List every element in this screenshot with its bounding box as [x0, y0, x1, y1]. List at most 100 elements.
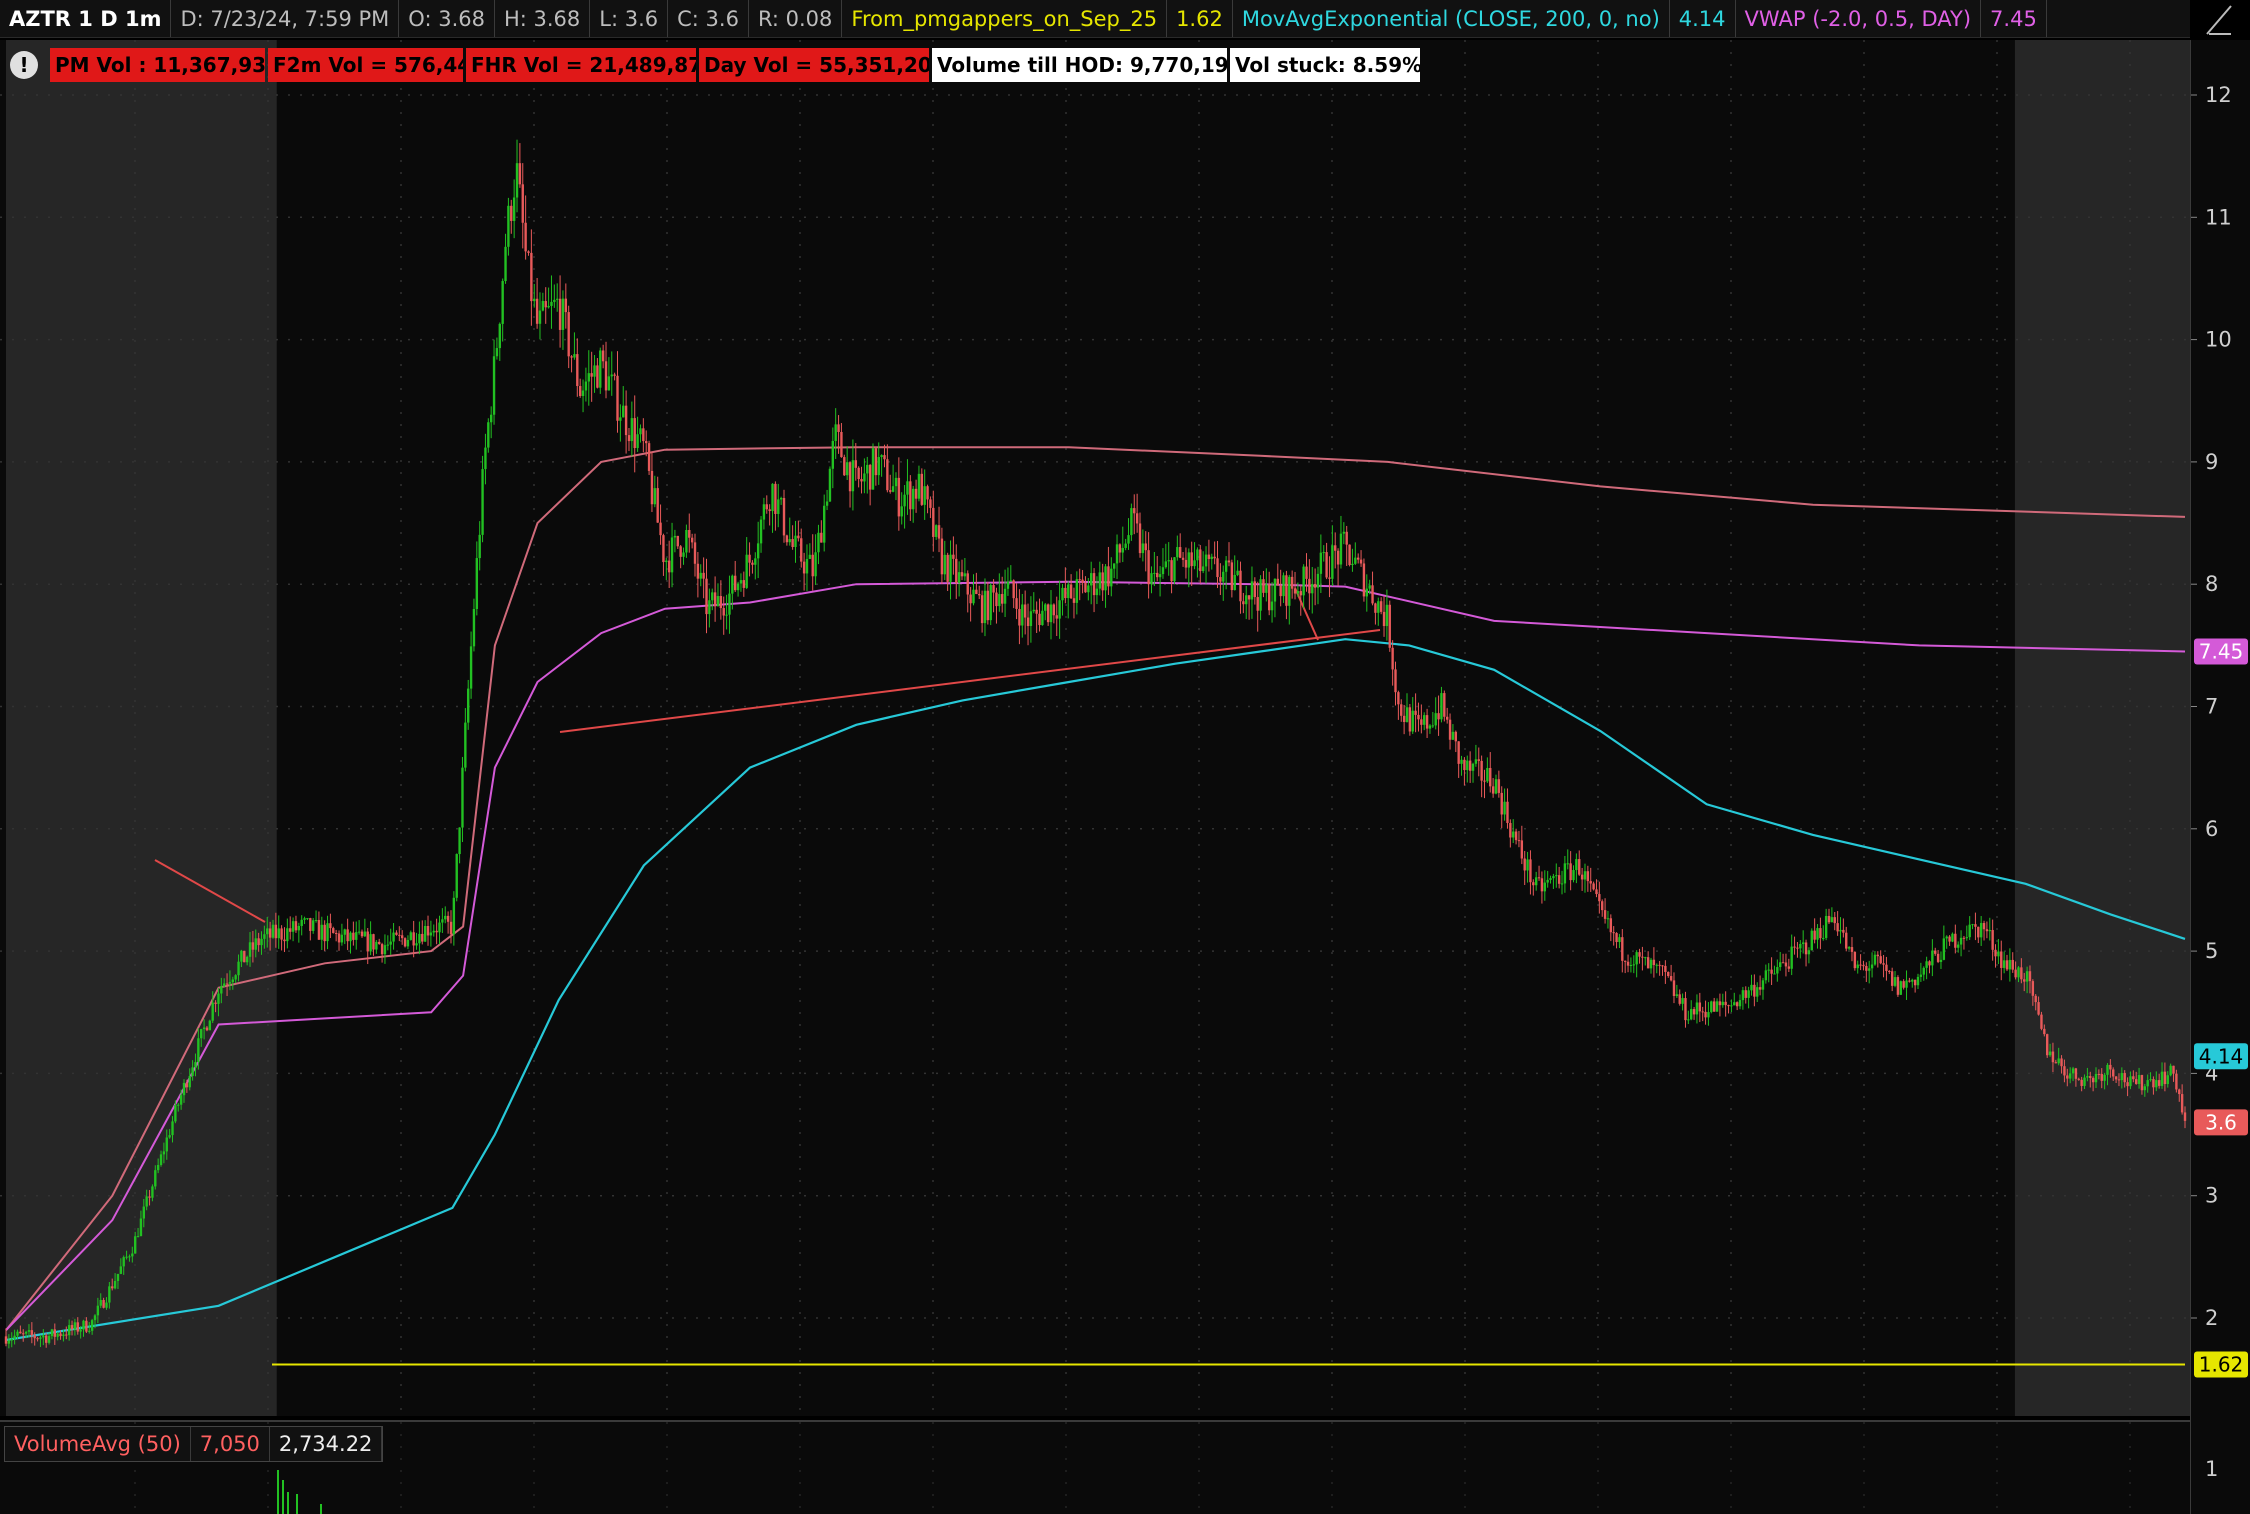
candle-body: [696, 563, 700, 579]
candle-body: [1586, 871, 1590, 882]
price-tick-label: 7: [2205, 695, 2218, 719]
volume-bar: [282, 1480, 284, 1514]
date-readout: D: 7/23/24, 7:59 PM: [171, 0, 400, 37]
candle-body: [1810, 930, 1813, 951]
candle-body: [857, 467, 860, 480]
candle-body: [1638, 952, 1641, 957]
candle-body: [1471, 763, 1475, 771]
candle-body: [1018, 608, 1021, 626]
candle-body: [1721, 1001, 1724, 1006]
candle-body: [2163, 1071, 2167, 1085]
candle-body: [1618, 937, 1621, 943]
candle-body: [1256, 597, 1259, 611]
candle-body: [395, 932, 398, 935]
candle-body: [673, 535, 677, 538]
price-chart-svg[interactable]: [0, 40, 2190, 1416]
candle-body: [461, 767, 464, 828]
candle-body: [200, 1029, 203, 1039]
price-axis[interactable]: 2 3 4 5 6 7 8 9 10 11 12 1 7.45 4.14 3.6 1.62: [2190, 40, 2250, 1514]
candle-body: [1936, 953, 1940, 962]
candle-body: [2106, 1064, 2109, 1075]
candle-body: [1388, 604, 1391, 648]
candle-body: [1046, 604, 1050, 623]
candle-body: [498, 323, 501, 349]
candle-body: [62, 1334, 65, 1337]
price-plot-area[interactable]: [0, 40, 2190, 1416]
candle-body: [1957, 944, 1960, 948]
candle-body: [1319, 552, 1323, 574]
range-readout: R: 0.08: [749, 0, 843, 37]
candle-body: [1770, 969, 1773, 974]
candle-body: [1302, 566, 1305, 596]
candle-body: [478, 534, 481, 559]
candle-body: [923, 486, 926, 505]
vwap-study-name[interactable]: VWAP (-2.0, 0.5, DAY): [1736, 0, 1982, 37]
candle-body: [441, 919, 444, 923]
candle-body: [679, 546, 682, 557]
candle-body: [1170, 560, 1173, 582]
candle-body: [1374, 603, 1377, 613]
candle-body: [1951, 933, 1954, 942]
candle-body: [237, 961, 240, 976]
candle-body: [1822, 937, 1825, 939]
candle-body: [1876, 954, 1880, 957]
candle-body: [596, 365, 599, 388]
symbol-label[interactable]: AZTR 1 D 1m: [0, 0, 172, 37]
candle-body: [2023, 979, 2026, 982]
candle-body: [179, 1095, 183, 1105]
candle-body: [1193, 560, 1196, 567]
candle-body: [1784, 962, 1788, 967]
candle-body: [1448, 719, 1452, 740]
candle-body: [24, 1331, 28, 1334]
candle-body: [1138, 523, 1142, 554]
candle-body: [630, 418, 634, 442]
candle-body: [1368, 585, 1371, 589]
candle-body: [464, 722, 467, 768]
candle-body: [782, 498, 786, 536]
candle-body: [1635, 952, 1638, 965]
candle-body: [1348, 544, 1351, 565]
candle-body: [1870, 964, 1874, 969]
candle-body: [1201, 566, 1205, 572]
candle-body: [73, 1322, 77, 1330]
expand-chart-icon[interactable]: [2195, 2, 2245, 38]
candle-body: [30, 1330, 34, 1336]
trendline-support[interactable]: [559, 629, 1381, 733]
candle-body: [1081, 579, 1084, 583]
ema-study-name[interactable]: MovAvgExponential (CLOSE, 200, 0, no): [1233, 0, 1670, 37]
candle-body: [771, 483, 774, 512]
candle-body: [1480, 760, 1483, 781]
trendline-break[interactable]: [1294, 587, 1319, 641]
candle-body: [599, 350, 602, 388]
candle-body: [736, 583, 740, 591]
candle-body: [2057, 1058, 2060, 1064]
candle-body: [1563, 863, 1567, 884]
candle-body: [980, 595, 984, 624]
pm-gappers-study-name[interactable]: From_pmgappers_on_Sep_25: [842, 0, 1168, 37]
candle-body: [2169, 1065, 2172, 1076]
candle-body: [685, 530, 688, 553]
candle-body: [254, 938, 257, 950]
candle-body: [1420, 719, 1423, 725]
candle-body: [1882, 963, 1885, 965]
candle-body: [1400, 704, 1403, 716]
candle-body: [182, 1082, 186, 1096]
candle-body: [1865, 966, 1868, 971]
candle-body: [1612, 932, 1615, 934]
candle-body: [1569, 863, 1572, 881]
candle-body: [581, 390, 585, 397]
candle-body: [1615, 933, 1618, 943]
candle-body: [992, 585, 995, 593]
volume-study-name[interactable]: VolumeAvg (50): [5, 1427, 191, 1461]
candle-body: [1428, 725, 1432, 729]
price-tick-label: 11: [2205, 205, 2232, 229]
candle-body: [1850, 947, 1854, 952]
candle-body: [90, 1320, 94, 1331]
candle-body: [1664, 965, 1667, 972]
candle-body: [1816, 928, 1819, 940]
high-readout: H: 3.68: [495, 0, 591, 37]
candle-body: [1572, 870, 1575, 881]
candle-body: [1684, 998, 1687, 1021]
alert-icon[interactable]: !: [10, 51, 38, 79]
candle-body: [1847, 947, 1851, 949]
